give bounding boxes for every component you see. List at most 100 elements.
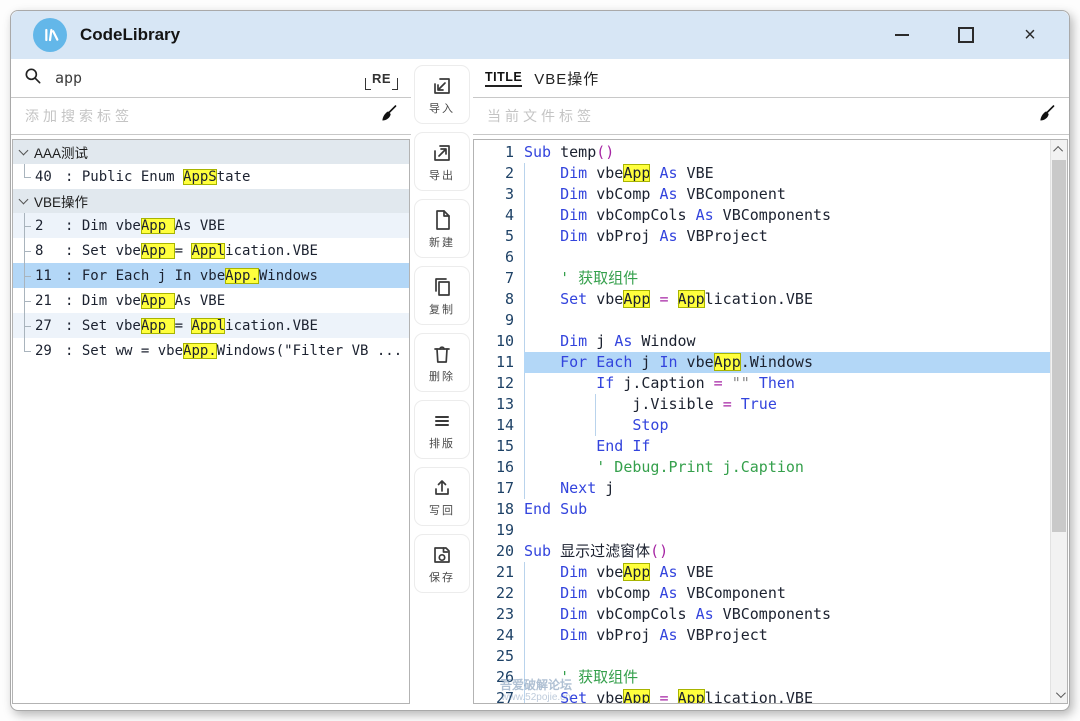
line-number: 3 xyxy=(474,184,524,205)
code-line[interactable]: 1Sub temp() xyxy=(474,142,1050,163)
code-line[interactable]: 18End Sub xyxy=(474,499,1050,520)
code-line[interactable]: 21 Dim vbeApp As VBE xyxy=(474,562,1050,583)
chevron-down-icon xyxy=(1055,688,1065,698)
list-item[interactable]: 27: Set vbeApp = Application.VBE xyxy=(13,313,409,338)
code-text: ' 获取组件 xyxy=(524,667,1050,688)
list-item[interactable]: 29: Set ww = vbeApp.Windows("Filter VB .… xyxy=(13,338,409,363)
code-line[interactable]: 13 j.Visible = True xyxy=(474,394,1050,415)
code-area[interactable]: 1Sub temp()2 Dim vbeApp As VBE3 Dim vbCo… xyxy=(474,140,1050,703)
snippet-text: Windows("Filter VB ... xyxy=(217,343,402,359)
line-ref: 2 xyxy=(35,218,65,234)
snippet-text: Windows xyxy=(259,268,318,284)
search-match-highlight: App xyxy=(141,318,175,334)
clear-file-tags-broom-icon[interactable] xyxy=(1036,103,1057,129)
scroll-down-button[interactable] xyxy=(1051,685,1067,703)
search-icon xyxy=(23,66,43,91)
toolbar: 导入导出新建复制删除排版写回保存 xyxy=(411,59,473,710)
clear-tags-broom-icon[interactable] xyxy=(378,103,399,129)
colon: : xyxy=(65,243,82,259)
write-back-button[interactable]: 写回 xyxy=(414,467,470,526)
copy-icon xyxy=(430,275,454,299)
import-button[interactable]: 导入 xyxy=(414,65,470,124)
code-line[interactable]: 15 End If xyxy=(474,436,1050,457)
line-number: 15 xyxy=(474,436,524,457)
group-label: AAA测试 xyxy=(34,142,88,162)
code-line[interactable]: 3 Dim vbComp As VBComponent xyxy=(474,184,1050,205)
group-header[interactable]: VBE操作 xyxy=(13,189,409,213)
code-line[interactable]: 8 Set vbeApp = Application.VBE xyxy=(474,289,1050,310)
code-line[interactable]: 27 Set vbeApp = Application.VBE xyxy=(474,688,1050,703)
close-button[interactable]: × xyxy=(1019,24,1041,46)
code-line[interactable]: 11 For Each j In vbeApp.Windows xyxy=(474,352,1050,373)
code-text xyxy=(524,310,1050,331)
list-item[interactable]: 8: Set vbeApp = Application.VBE xyxy=(13,238,409,263)
code-line[interactable]: 6 xyxy=(474,247,1050,268)
list-item[interactable]: 21: Dim vbeApp As VBE xyxy=(13,288,409,313)
line-number: 7 xyxy=(474,268,524,289)
code-line[interactable]: 20Sub 显示过滤窗体() xyxy=(474,541,1050,562)
line-number: 14 xyxy=(474,415,524,436)
tool-label: 导出 xyxy=(429,167,455,183)
new-file-button[interactable]: 新建 xyxy=(414,199,470,258)
delete-button[interactable]: 删除 xyxy=(414,333,470,392)
snippet-text: Set ww = vbe xyxy=(82,343,183,359)
code-line[interactable]: 2 Dim vbeApp As VBE xyxy=(474,163,1050,184)
colon: : xyxy=(65,343,82,359)
code-line[interactable]: 12 If j.Caption = "" Then xyxy=(474,373,1050,394)
code-line[interactable]: 25 xyxy=(474,646,1050,667)
code-line[interactable]: 19 xyxy=(474,520,1050,541)
regex-toggle-icon[interactable]: RE xyxy=(370,71,393,86)
code-line[interactable]: 23 Dim vbCompCols As VBComponents xyxy=(474,604,1050,625)
export-button[interactable]: 导出 xyxy=(414,132,470,191)
scroll-up-button[interactable] xyxy=(1051,140,1067,158)
vertical-scrollbar[interactable] xyxy=(1050,140,1067,703)
code-text: If j.Caption = "" Then xyxy=(524,373,1050,394)
code-line[interactable]: 7 ' 获取组件 xyxy=(474,268,1050,289)
search-panel: RE AAA测试40: Public Enum AppStateVBE操作2: … xyxy=(11,59,411,710)
group-header[interactable]: AAA测试 xyxy=(13,140,409,164)
chevron-down-icon xyxy=(19,195,29,205)
code-line[interactable]: 16 ' Debug.Print j.Caption xyxy=(474,457,1050,478)
search-match-highlight: App. xyxy=(183,343,217,359)
code-text: Dim vbProj As VBProject xyxy=(524,226,1050,247)
code-line[interactable]: 17 Next j xyxy=(474,478,1050,499)
snippet-text: Set vbe xyxy=(82,243,141,259)
code-text xyxy=(524,247,1050,268)
code-line[interactable]: 9 xyxy=(474,310,1050,331)
search-match-highlight: App xyxy=(678,290,705,308)
title-field-input[interactable] xyxy=(532,69,1057,88)
search-tag-row xyxy=(11,98,411,135)
code-text: Dim vbCompCols As VBComponents xyxy=(524,205,1050,226)
code-line[interactable]: 14 Stop xyxy=(474,415,1050,436)
file-tag-input[interactable] xyxy=(485,107,1036,125)
copy-button[interactable]: 复制 xyxy=(414,266,470,325)
format-button[interactable]: 排版 xyxy=(414,400,470,459)
colon: : xyxy=(65,318,82,334)
search-match-highlight: App xyxy=(623,164,650,182)
code-line[interactable]: 10 Dim j As Window xyxy=(474,331,1050,352)
code-line[interactable]: 4 Dim vbCompCols As VBComponents xyxy=(474,205,1050,226)
chevron-up-icon xyxy=(1053,145,1063,155)
save-button[interactable]: 保存 xyxy=(414,534,470,593)
code-line[interactable]: 24 Dim vbProj As VBProject xyxy=(474,625,1050,646)
search-match-highlight: App xyxy=(141,243,175,259)
minimize-button[interactable] xyxy=(891,24,913,46)
chevron-down-icon xyxy=(19,146,29,156)
code-text: Sub temp() xyxy=(524,142,1050,163)
list-item[interactable]: 2: Dim vbeApp As VBE xyxy=(13,213,409,238)
code-line[interactable]: 22 Dim vbComp As VBComponent xyxy=(474,583,1050,604)
code-text: Set vbeApp = Application.VBE xyxy=(524,688,1050,703)
scrollbar-thumb[interactable] xyxy=(1052,160,1066,532)
list-item[interactable]: 11: For Each j In vbeApp.Windows xyxy=(13,263,409,288)
maximize-button[interactable] xyxy=(955,24,977,46)
search-input[interactable] xyxy=(53,68,370,88)
line-ref: 21 xyxy=(35,293,65,309)
search-tag-input[interactable] xyxy=(23,107,378,125)
tool-label: 写回 xyxy=(429,502,455,518)
list-item[interactable]: 40: Public Enum AppState xyxy=(13,164,409,189)
code-line[interactable]: 5 Dim vbProj As VBProject xyxy=(474,226,1050,247)
search-match-highlight: App xyxy=(678,689,705,703)
code-line[interactable]: 26 ' 获取组件 xyxy=(474,667,1050,688)
line-number: 20 xyxy=(474,541,524,562)
search-match-highlight: Appl xyxy=(191,243,225,259)
